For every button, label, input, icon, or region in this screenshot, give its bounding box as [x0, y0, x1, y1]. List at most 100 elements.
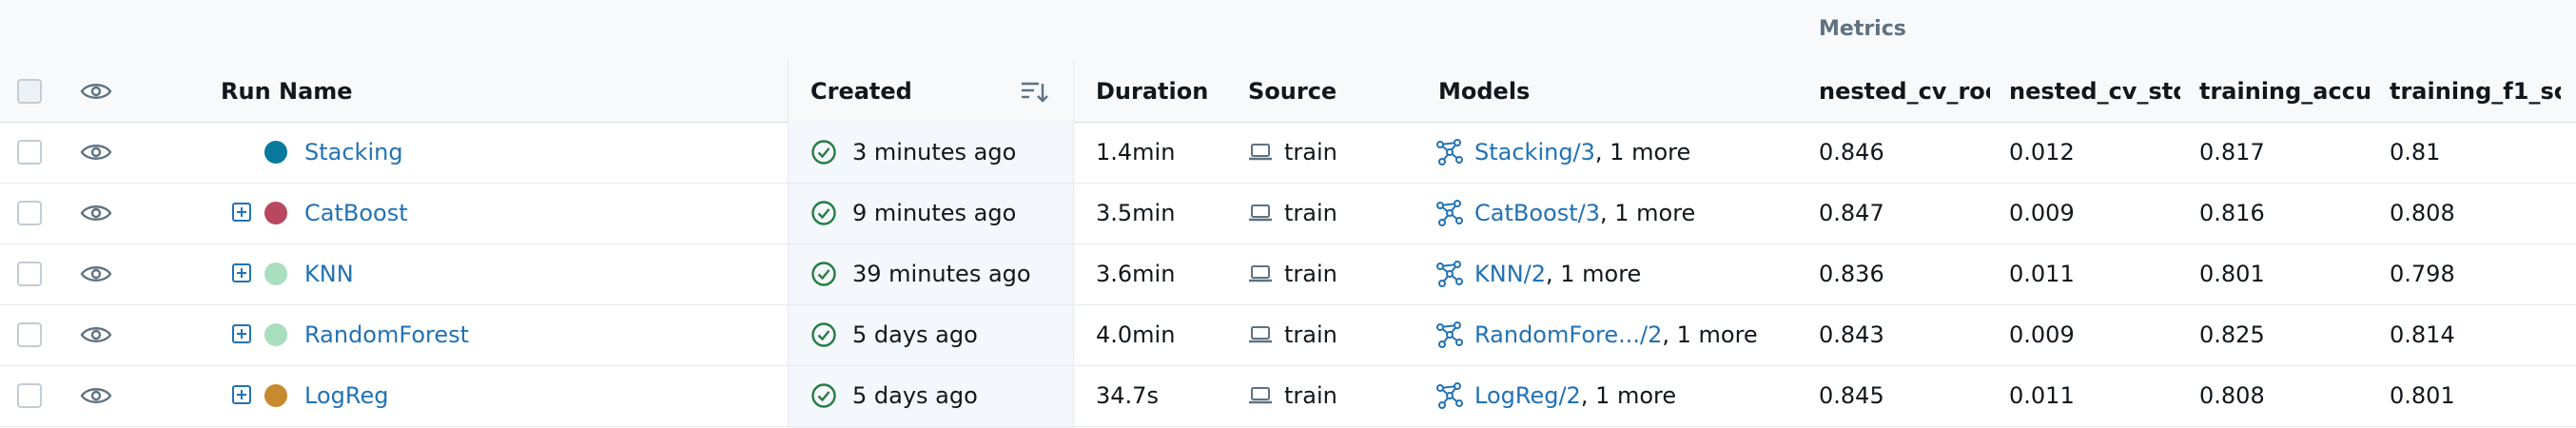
duration-value: 1.4min: [1096, 139, 1176, 165]
model-link[interactable]: RandomFore.../2: [1474, 321, 1662, 348]
check-circle-icon: [811, 140, 836, 165]
column-header-training-accuracy[interactable]: training_accura: [2199, 61, 2371, 122]
column-header-nested-cv-roc[interactable]: nested_cv_roc_: [1819, 61, 1990, 122]
column-header-run-name[interactable]: Run Name: [221, 61, 353, 122]
check-circle-icon: [811, 383, 836, 408]
source-value[interactable]: train: [1284, 365, 1337, 426]
model-cell: Stacking/3, 1 more: [1474, 122, 1690, 183]
runs-table: Metrics Run Name Created Duration Source…: [0, 0, 2576, 428]
table-row[interactable]: Stacking 3 minutes ago 1.4min train Stac…: [0, 122, 2576, 184]
check-circle-icon: [811, 322, 836, 347]
metric-nested-cv-std: 0.011: [2009, 261, 2075, 287]
metric-nested-cv-std: 0.012: [2009, 139, 2075, 165]
metric-nested-cv-roc: 0.843: [1819, 321, 1884, 348]
model-more: , 1 more: [1580, 382, 1677, 409]
duration-value: 34.7s: [1096, 382, 1159, 409]
created-time: 3 minutes ago: [852, 139, 1017, 165]
eye-icon[interactable]: [80, 384, 112, 407]
metric-nested-cv-std: 0.011: [2009, 382, 2075, 409]
source-value[interactable]: train: [1284, 122, 1337, 183]
sort-descending-icon[interactable]: [1020, 78, 1048, 105]
select-all-checkbox[interactable]: [17, 79, 42, 104]
model-more: , 1 more: [1599, 200, 1696, 226]
model-icon: [1436, 200, 1463, 226]
created-time: 9 minutes ago: [852, 200, 1017, 226]
run-color-dot: [264, 202, 287, 224]
check-circle-icon: [811, 262, 836, 286]
plus-square-icon[interactable]: [232, 385, 251, 404]
eye-icon[interactable]: [80, 263, 112, 285]
run-color-dot: [264, 384, 287, 407]
metric-nested-cv-roc: 0.845: [1819, 382, 1884, 409]
model-link[interactable]: KNN/2: [1474, 261, 1546, 287]
row-select-checkbox[interactable]: [17, 383, 42, 408]
source-value[interactable]: train: [1284, 183, 1337, 243]
run-name-link[interactable]: CatBoost: [304, 183, 408, 243]
metric-training-f1: 0.81: [2390, 139, 2441, 165]
column-header-created[interactable]: Created: [810, 61, 912, 122]
row-select-checkbox[interactable]: [17, 140, 42, 165]
eye-icon[interactable]: [80, 323, 112, 346]
column-header-training-f1[interactable]: training_f1_sco: [2390, 61, 2561, 122]
model-cell: CatBoost/3, 1 more: [1474, 183, 1695, 243]
run-name-link[interactable]: RandomForest: [304, 304, 469, 365]
laptop-icon: [1249, 326, 1272, 343]
check-circle-icon: [811, 201, 836, 225]
metric-training-f1: 0.798: [2390, 261, 2455, 287]
duration-value: 4.0min: [1096, 321, 1176, 348]
run-name-link[interactable]: KNN: [304, 243, 354, 304]
metric-nested-cv-roc: 0.836: [1819, 261, 1884, 287]
eye-icon[interactable]: [80, 141, 112, 164]
eye-icon[interactable]: [80, 80, 112, 103]
model-cell: LogReg/2, 1 more: [1474, 365, 1676, 426]
laptop-icon: [1249, 265, 1272, 282]
table-row[interactable]: CatBoost 9 minutes ago 3.5min train CatB…: [0, 183, 2576, 244]
column-header-duration[interactable]: Duration: [1096, 61, 1208, 122]
laptop-icon: [1249, 144, 1272, 161]
plus-square-icon[interactable]: [232, 203, 251, 222]
model-more: , 1 more: [1594, 139, 1691, 165]
model-link[interactable]: CatBoost/3: [1474, 200, 1600, 226]
plus-square-icon[interactable]: [232, 324, 251, 343]
metric-training-accuracy: 0.801: [2199, 261, 2265, 287]
metrics-group-label: Metrics: [1819, 17, 1906, 41]
run-name-link[interactable]: LogReg: [304, 365, 388, 426]
row-select-checkbox[interactable]: [17, 262, 42, 286]
plus-square-icon[interactable]: [232, 263, 251, 282]
column-header-models[interactable]: Models: [1438, 61, 1530, 122]
table-row[interactable]: LogReg 5 days ago 34.7s train LogReg/2, …: [0, 365, 2576, 427]
metric-nested-cv-roc: 0.847: [1819, 200, 1884, 226]
table-row[interactable]: RandomForest 5 days ago 4.0min train Ran…: [0, 304, 2576, 366]
created-time: 39 minutes ago: [852, 261, 1031, 287]
run-name-link[interactable]: Stacking: [304, 122, 403, 183]
duration-value: 3.6min: [1096, 261, 1176, 287]
run-color-dot: [264, 323, 287, 346]
metric-nested-cv-std: 0.009: [2009, 200, 2075, 226]
metric-training-f1: 0.814: [2390, 321, 2455, 348]
model-cell: RandomFore.../2, 1 more: [1474, 304, 1758, 365]
source-value[interactable]: train: [1284, 243, 1337, 304]
metric-training-f1: 0.801: [2390, 382, 2455, 409]
model-link[interactable]: LogReg/2: [1474, 382, 1581, 409]
eye-icon[interactable]: [80, 202, 112, 224]
metric-nested-cv-roc: 0.846: [1819, 139, 1884, 165]
model-icon: [1436, 261, 1463, 287]
source-value[interactable]: train: [1284, 304, 1337, 365]
column-header-source[interactable]: Source: [1248, 61, 1337, 122]
created-time: 5 days ago: [852, 382, 978, 409]
metric-training-f1: 0.808: [2390, 200, 2455, 226]
model-cell: KNN/2, 1 more: [1474, 243, 1641, 304]
model-icon: [1436, 382, 1463, 409]
metric-training-accuracy: 0.825: [2199, 321, 2265, 348]
row-select-checkbox[interactable]: [17, 322, 42, 347]
model-more: , 1 more: [1662, 321, 1758, 348]
laptop-icon: [1249, 387, 1272, 404]
column-header-nested-cv-std[interactable]: nested_cv_std: [2009, 61, 2180, 122]
metric-training-accuracy: 0.817: [2199, 139, 2265, 165]
row-select-checkbox[interactable]: [17, 201, 42, 225]
table-header: Run Name Created Duration Source Models …: [0, 61, 2576, 123]
model-link[interactable]: Stacking/3: [1474, 139, 1595, 165]
model-icon: [1436, 139, 1463, 165]
table-row[interactable]: KNN 39 minutes ago 3.6min train KNN/2, 1…: [0, 243, 2576, 305]
model-more: , 1 more: [1546, 261, 1642, 287]
